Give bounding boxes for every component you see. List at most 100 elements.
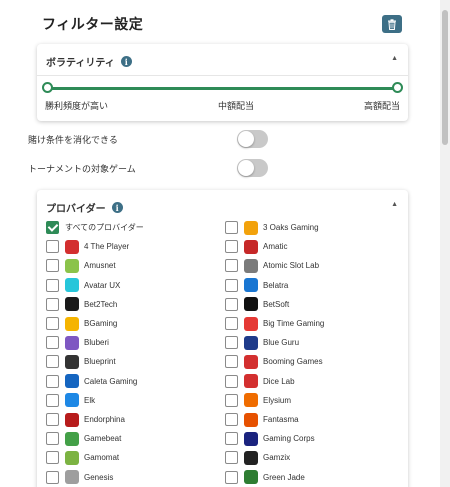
provider-row: Gamebeat Gaming Corps xyxy=(46,429,401,448)
provider-item[interactable]: すべてのプロバイダー xyxy=(46,218,144,237)
provider-item[interactable]: Amusnet xyxy=(46,256,116,275)
provider-label: Fantasma xyxy=(263,415,299,424)
provider-checkbox[interactable] xyxy=(46,297,59,311)
provider-item[interactable]: Atomic Slot Lab xyxy=(225,256,319,275)
provider-checkbox[interactable] xyxy=(225,221,238,234)
volatility-label-mid: 中額配当 xyxy=(217,101,254,111)
provider-label: BetSoft xyxy=(263,299,290,309)
provider-item[interactable]: Gamebeat xyxy=(46,429,121,448)
provider-label: Atomic Slot Lab xyxy=(263,261,320,271)
chevron-up-icon[interactable]: ▲ xyxy=(391,55,398,62)
provider-item[interactable]: Endorphina xyxy=(46,410,125,429)
provider-checkbox[interactable] xyxy=(46,413,59,426)
provider-checkbox[interactable] xyxy=(225,336,238,350)
provider-item[interactable]: Bet2Tech xyxy=(46,295,117,314)
scrollbar-thumb[interactable] xyxy=(442,10,448,145)
provider-label: BGaming xyxy=(84,319,118,328)
volatility-min-handle[interactable] xyxy=(42,82,53,93)
provider-row: Gamomat Gamzix xyxy=(46,448,401,467)
filter-panel: フィルター設定 ボラティリティ i ▲ 勝利頻度が高い 中額配当 高額配当 賭け… xyxy=(0,0,440,487)
provider-checkbox[interactable] xyxy=(225,413,238,426)
provider-item[interactable]: Caleta Gaming xyxy=(46,372,137,391)
provider-item[interactable]: Gamomat xyxy=(46,448,119,467)
provider-item[interactable]: Booming Games xyxy=(225,352,323,371)
provider-item[interactable]: Elk xyxy=(46,391,95,410)
provider-row: Blueprint Booming Games xyxy=(46,352,401,371)
providers-title: プロバイダー xyxy=(46,204,106,215)
provider-checkbox[interactable] xyxy=(46,355,59,369)
clear-filters-button[interactable] xyxy=(382,15,402,33)
provider-checkbox[interactable] xyxy=(46,317,59,330)
provider-item[interactable]: Avatar UX xyxy=(46,276,120,295)
provider-item[interactable]: Green Jade xyxy=(225,468,305,487)
tournament-toggle-label: トーナメントの対象ゲーム xyxy=(28,163,136,174)
provider-checkbox[interactable] xyxy=(225,297,238,311)
provider-checkbox[interactable] xyxy=(225,432,238,446)
provider-checkbox[interactable] xyxy=(225,374,238,388)
provider-item[interactable]: Belatra xyxy=(225,276,288,295)
provider-checkbox[interactable] xyxy=(225,470,238,484)
provider-label: Big Time Gaming xyxy=(263,319,325,328)
volatility-max-handle[interactable] xyxy=(392,82,403,93)
provider-checkbox[interactable] xyxy=(46,278,59,292)
scrollbar[interactable] xyxy=(440,0,450,487)
provider-row: Bluberi Blue Guru xyxy=(46,333,401,352)
provider-checkbox[interactable] xyxy=(225,278,238,292)
betsoft-icon xyxy=(244,297,258,312)
provider-row: Amusnet Atomic Slot Lab xyxy=(46,256,401,275)
provider-checkbox[interactable] xyxy=(46,336,59,350)
provider-item[interactable]: Gaming Corps xyxy=(225,429,315,448)
provider-checkbox[interactable] xyxy=(46,470,59,484)
provider-label: 3 Oaks Gaming xyxy=(263,223,319,232)
elysium-icon xyxy=(244,393,258,408)
provider-checkbox[interactable] xyxy=(225,451,238,465)
btg-icon xyxy=(244,316,258,331)
provider-checkbox[interactable] xyxy=(225,393,238,407)
provider-item[interactable]: Dice Lab xyxy=(225,372,295,391)
provider-row: BGaming Big Time Gaming xyxy=(46,314,401,333)
provider-item[interactable]: Elysium xyxy=(225,391,291,410)
provider-checkbox[interactable] xyxy=(46,451,59,465)
divider xyxy=(37,75,408,76)
provider-checkbox[interactable] xyxy=(46,240,59,254)
provider-checkbox[interactable] xyxy=(225,259,238,273)
provider-item[interactable]: Amatic xyxy=(225,237,287,256)
provider-item[interactable]: Big Time Gaming xyxy=(225,314,324,333)
chevron-up-icon[interactable]: ▲ xyxy=(391,201,398,208)
provider-item[interactable]: BetSoft xyxy=(225,295,289,314)
provider-item[interactable]: 3 Oaks Gaming xyxy=(225,218,319,237)
provider-label: Elysium xyxy=(263,395,292,405)
bet2tech-icon xyxy=(65,297,79,312)
info-icon[interactable]: i xyxy=(111,202,123,213)
provider-checkbox[interactable] xyxy=(225,355,238,369)
provider-item[interactable]: BGaming xyxy=(46,314,117,333)
provider-checkbox[interactable] xyxy=(46,432,59,446)
providers-header[interactable]: プロバイダー i xyxy=(46,200,123,215)
info-icon[interactable]: i xyxy=(120,56,132,67)
provider-checkbox[interactable] xyxy=(46,374,59,388)
provider-checkbox[interactable] xyxy=(46,221,59,234)
tournament-toggle[interactable] xyxy=(237,159,268,177)
blue-guru-icon xyxy=(244,335,258,350)
provider-label: Caleta Gaming xyxy=(84,376,138,386)
provider-label: Green Jade xyxy=(263,472,305,482)
volatility-header[interactable]: ボラティリティ i xyxy=(46,54,132,69)
green-jade-icon xyxy=(244,470,258,485)
provider-item[interactable]: 4 The Player xyxy=(46,237,129,256)
provider-item[interactable]: Gamzix xyxy=(225,448,290,467)
provider-item[interactable]: Blueprint xyxy=(46,352,116,371)
provider-item[interactable]: Fantasma xyxy=(225,410,299,429)
provider-checkbox[interactable] xyxy=(225,317,238,330)
volatility-label-low: 勝利頻度が高い xyxy=(45,101,109,111)
trash-icon xyxy=(388,18,396,30)
provider-checkbox[interactable] xyxy=(46,393,59,407)
provider-checkbox[interactable] xyxy=(225,240,238,254)
provider-label: Bluberi xyxy=(84,338,109,348)
provider-checkbox[interactable] xyxy=(46,259,59,273)
provider-row: Endorphina Fantasma xyxy=(46,410,401,429)
provider-item[interactable]: Genesis xyxy=(46,468,113,487)
wagering-toggle[interactable] xyxy=(237,130,268,148)
provider-item[interactable]: Bluberi xyxy=(46,333,109,352)
provider-item[interactable]: Blue Guru xyxy=(225,333,299,352)
volatility-slider-track[interactable] xyxy=(47,87,397,90)
